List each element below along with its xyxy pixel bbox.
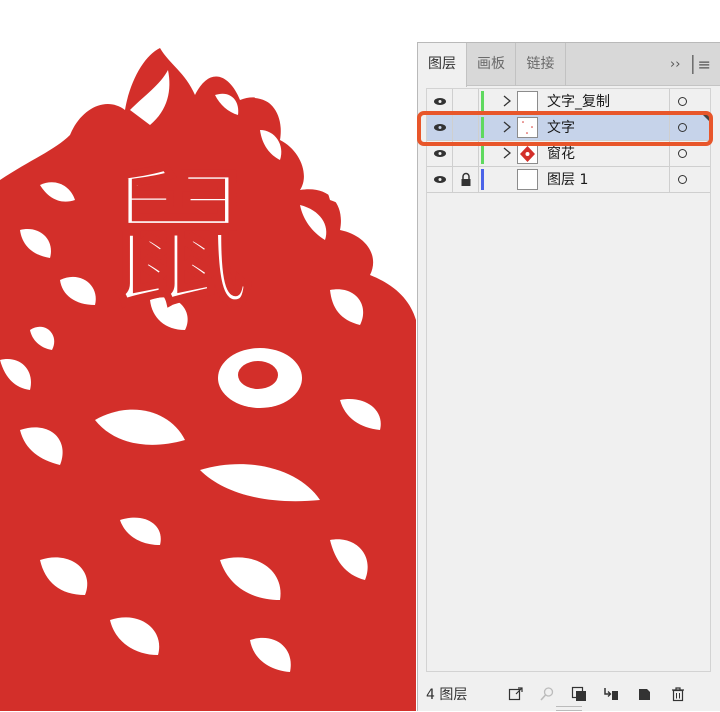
target-toggle[interactable] [669,167,695,192]
export-icon[interactable] [508,686,524,702]
visibility-toggle[interactable] [427,167,453,192]
new-sublayer-icon[interactable] [603,686,619,702]
layer-row[interactable]: 图层 1 [427,167,710,193]
lock-toggle[interactable] [453,89,479,114]
layer-name[interactable]: 文字_复制 [547,89,610,114]
layer-color-bar [481,117,484,138]
trash-icon[interactable] [670,686,686,702]
lock-toggle[interactable] [453,115,479,140]
layer-row-selected[interactable]: 文字 [427,115,710,141]
visibility-toggle[interactable] [427,115,453,140]
chevron-right-icon[interactable] [501,146,513,160]
layer-list: 文字_复制 文字 窗花 图层 1 [426,88,711,672]
target-toggle[interactable] [669,89,695,114]
tab-layers[interactable]: 图层 [418,43,467,87]
target-circle-icon [678,97,687,106]
panel-tabbar: 图层 画板 链接 ›› │≡ [418,43,720,87]
tab-links[interactable]: 链接 [516,43,566,86]
panel-resize-grip[interactable] [556,706,582,711]
layer-name[interactable]: 图层 1 [547,167,588,192]
chevron-right-icon[interactable] [501,94,513,108]
target-circle-icon [678,123,687,132]
papercut-thumbnail-icon [520,146,535,162]
target-toggle[interactable] [669,141,695,166]
search-icon[interactable] [539,686,555,702]
layer-thumbnail [517,91,538,112]
target-circle-icon [678,175,687,184]
thumbnail-marks [522,121,533,134]
glyph-text: 鼠 [103,154,253,328]
layer-color-bar [481,91,484,112]
clipping-mask-icon[interactable] [571,686,587,702]
eye-icon [434,98,446,105]
layer-color-bar [481,143,484,164]
layer-name[interactable]: 窗花 [547,141,575,166]
eye-icon [434,150,446,157]
tab-artboards[interactable]: 画板 [467,43,516,86]
layers-panel: 图层 画板 链接 ›› │≡ 文字_复制 文字 窗花 图层 1 4 图层 [417,42,720,711]
chevron-right-icon[interactable] [501,120,513,134]
eye-icon [434,124,446,131]
layer-row[interactable]: 窗花 [427,141,710,167]
layer-count: 4 图层 [426,687,468,703]
visibility-toggle[interactable] [427,89,453,114]
visibility-toggle[interactable] [427,141,453,166]
papercut-artwork: 鼠 [0,0,416,711]
lock-icon [461,172,471,186]
target-circle-icon [678,149,687,158]
layer-thumbnail [517,143,538,164]
layer-thumbnail [517,169,538,190]
layer-thumbnail [517,117,538,138]
new-layer-icon[interactable] [637,686,653,702]
layer-color-bar [481,169,484,190]
panel-menu-icon[interactable]: │≡ [688,43,711,86]
target-toggle[interactable] [669,115,695,140]
selection-indicator [703,115,710,122]
eye-icon [434,176,446,183]
layer-name[interactable]: 文字 [547,115,575,140]
layer-row[interactable]: 文字_复制 [427,89,710,115]
lock-toggle[interactable] [453,167,479,192]
lock-toggle[interactable] [453,141,479,166]
panel-collapse-icon[interactable]: ›› [670,43,680,86]
